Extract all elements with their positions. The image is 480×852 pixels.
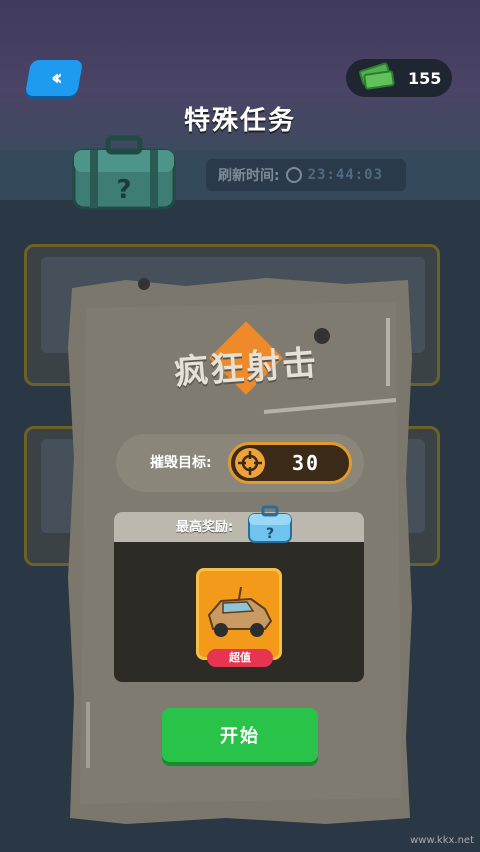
svg-text:?: ? bbox=[266, 526, 274, 542]
back-button[interactable]: ‹‹ bbox=[24, 60, 84, 96]
armored-truck-icon bbox=[207, 586, 273, 637]
mystery-chest-icon: ? bbox=[72, 135, 176, 210]
refresh-time: 23:44:03 bbox=[307, 167, 384, 183]
cash-stack-icon bbox=[358, 61, 395, 91]
mission-dialog: 疯狂射击 摧毁目标: 30 最高奖励: 超值 ? 开始 bbox=[66, 278, 414, 824]
target-value: 30 bbox=[291, 451, 321, 475]
reward-item[interactable]: 超值 bbox=[196, 568, 282, 667]
target-pill: 30 bbox=[228, 442, 352, 484]
reward-panel: 最高奖励: 超值 bbox=[114, 512, 364, 682]
page-title: 特殊任务 bbox=[183, 106, 296, 136]
svg-text:?: ? bbox=[116, 175, 131, 205]
start-button[interactable]: 开始 bbox=[162, 708, 318, 762]
target-label: 摧毁目标: bbox=[150, 455, 212, 471]
reward-header bbox=[114, 512, 364, 542]
target-row: 摧毁目标: 30 bbox=[116, 434, 364, 492]
refresh-timer: 刷新时间: 23:44:03 bbox=[206, 159, 406, 191]
watermark: www.kkx.net bbox=[410, 835, 474, 846]
currency-display: 155 bbox=[346, 59, 452, 97]
reward-label: 最高奖励: bbox=[176, 520, 234, 535]
mystery-chest-icon: ? bbox=[248, 505, 292, 543]
clock-icon bbox=[285, 167, 302, 183]
currency-amount: 155 bbox=[408, 68, 442, 88]
value-badge: 超值 bbox=[207, 649, 273, 667]
crosshair-icon bbox=[235, 448, 265, 478]
refresh-label: 刷新时间: bbox=[218, 168, 280, 184]
double-chevron-left-icon: ‹‹ bbox=[50, 65, 58, 91]
